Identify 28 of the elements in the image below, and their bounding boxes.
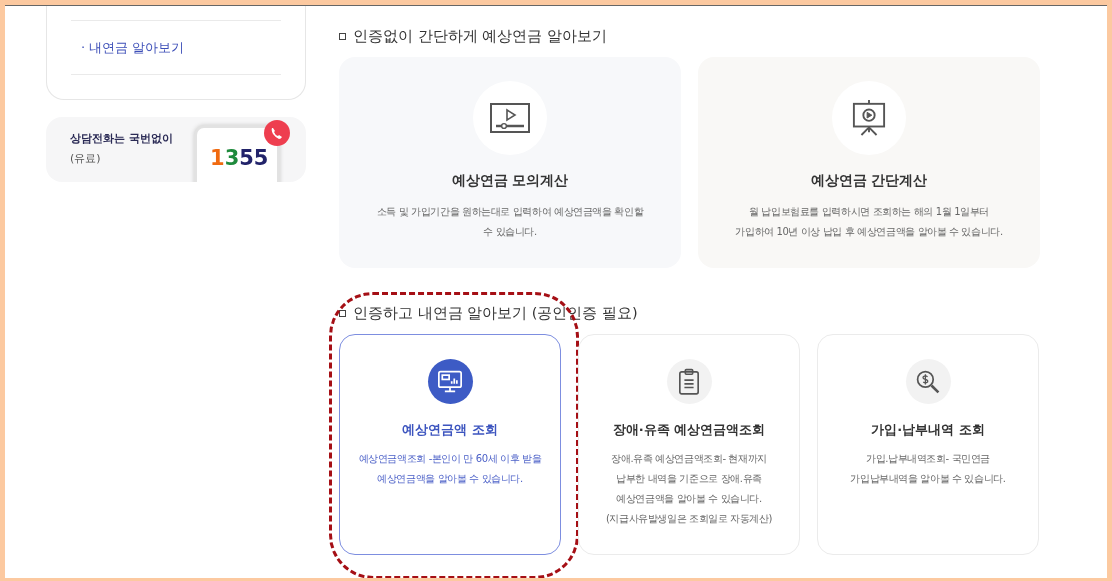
card-title: 예상연금액 조회 [402, 421, 498, 439]
service-card[interactable]: 장애·유족 예상연금액조회 장애.유족 예상연금액조회- 현재까지 납부한 내역을 기준으로 장애.유족 예상연금액을 알아볼 수 있습니다. (지급사유발생일은 조회일로 자동계산) [578, 334, 800, 555]
hotline-banner[interactable]: 상담전화는 국번없이 (유료) 1355 [46, 117, 306, 182]
service-card[interactable]: 예상연금 모의계산 소득 및 가입기간을 원하는대로 입력하여 예상연금액을 확인할 수 있습니다. [339, 57, 681, 268]
card-description: 가입.납부내역조회- 국민연금 가입납부내역을 알아볼 수 있습니다. [850, 452, 1006, 486]
card-title: 가입·납부내역 조회 [871, 421, 985, 439]
hotline-note: (유료) [70, 151, 102, 166]
card-description: 소득 및 가입기간을 원하는대로 입력하여 예상연금액을 확인할 수 있습니다. [376, 205, 644, 239]
hotline-title: 상담전화는 국번없이 [70, 131, 173, 146]
presentation-board-icon [852, 99, 886, 137]
card-description: 예상연금액조회 -본인이 만 60세 이후 받을 예상연금액을 알아볼 수 있습니다. [358, 452, 542, 486]
phone-number: 1355 [210, 146, 269, 170]
card-title: 장애·유족 예상연금액조회 [612, 421, 766, 439]
card-title: 예상연금 모의계산 [451, 172, 569, 190]
card-description: 장애.유족 예상연금액조회- 현재까지 납부한 내역을 기준으로 장애.유족 예상연금액을 알아볼 수 있습니다. (지급사유발생일은 조회일로 자동계산) [605, 452, 773, 526]
phone-icon [264, 120, 290, 146]
service-card[interactable]: 예상연금 간단계산 월 납입보험료를 입력하시면 조회하는 해의 1월 1일부터 가입하여 10년 이상 납입 후 예상연금액을 알아볼 수 있습니다. [698, 57, 1040, 268]
video-player-icon [490, 103, 530, 133]
clipboard-icon [678, 367, 700, 396]
monitor-chart-icon [437, 369, 463, 394]
section-heading: 인증하고 내연금 알아보기 (공인인증 필요) [339, 304, 1039, 323]
section-heading: 인증없이 간단하게 예상연금 알아보기 [339, 27, 1039, 46]
service-card[interactable]: 가입·납부내역 조회 가입.납부내역조회- 국민연금 가입납부내역을 알아볼 수 있습니다. [817, 334, 1039, 555]
search-icon [915, 368, 941, 395]
card-title: 예상연금 간단계산 [810, 172, 928, 190]
menu-item[interactable]: · 내연금 알아보기 [81, 40, 185, 55]
card-description: 월 납입보험료를 입력하시면 조회하는 해의 1월 1일부터 가입하여 10년 이상 납입 후 예상연금액을 알아볼 수 있습니다. [735, 205, 1003, 239]
service-card[interactable]: 예상연금액 조회 예상연금액조회 -본인이 만 60세 이후 받을 예상연금액을 알아볼 수 있습니다. [339, 334, 561, 555]
